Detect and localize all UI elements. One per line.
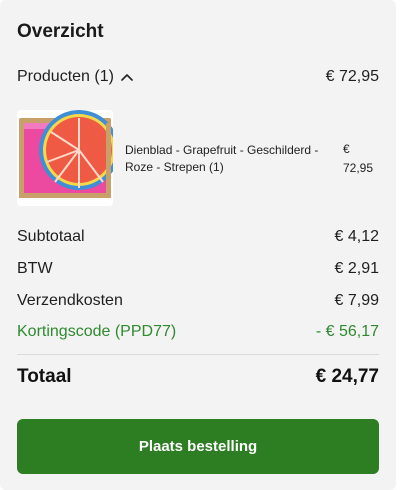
btw-value: € 2,91 <box>334 260 379 277</box>
order-overview-card: Overzicht Producten (1) € 72,95 Dienblad… <box>0 0 396 490</box>
btw-label: BTW <box>17 260 53 277</box>
place-order-button[interactable]: Plaats bestelling <box>17 419 379 474</box>
products-total: € 72,95 <box>325 68 379 85</box>
chevron-up-icon[interactable] <box>120 70 134 84</box>
products-label-wrap: Producten (1) <box>17 68 134 86</box>
product-price-currency: € <box>343 142 350 156</box>
total-value: € 24,77 <box>315 366 379 387</box>
product-price: € 72,95 <box>343 140 383 178</box>
shipping-row: Verzendkosten € 7,99 <box>17 292 379 310</box>
products-toggle[interactable]: Producten (1) € 72,95 <box>17 68 379 86</box>
overview-title: Overzicht <box>17 21 104 42</box>
discount-value: - € 56,17 <box>315 323 379 340</box>
discount-row: Kortingscode (PPD77) - € 56,17 <box>17 323 379 341</box>
cart-item: Dienblad - Grapefruit - Geschilderd - Ro… <box>17 110 379 206</box>
subtotal-label: Subtotaal <box>17 228 85 245</box>
btw-row: BTW € 2,91 <box>17 260 379 278</box>
subtotal-value: € 4,12 <box>334 228 379 245</box>
product-name[interactable]: Dienblad - Grapefruit - Geschilderd - Ro… <box>125 142 325 176</box>
discount-label: Kortingscode (PPD77) <box>17 323 177 340</box>
divider <box>17 354 379 355</box>
shipping-value: € 7,99 <box>334 292 379 309</box>
shipping-label: Verzendkosten <box>17 292 123 309</box>
product-thumbnail[interactable] <box>17 110 113 206</box>
products-label: Producten (1) <box>17 68 114 85</box>
subtotal-row: Subtotaal € 4,12 <box>17 228 379 246</box>
total-row: Totaal € 24,77 <box>17 366 379 388</box>
total-label: Totaal <box>17 366 72 387</box>
product-price-amount: 72,95 <box>343 161 374 175</box>
